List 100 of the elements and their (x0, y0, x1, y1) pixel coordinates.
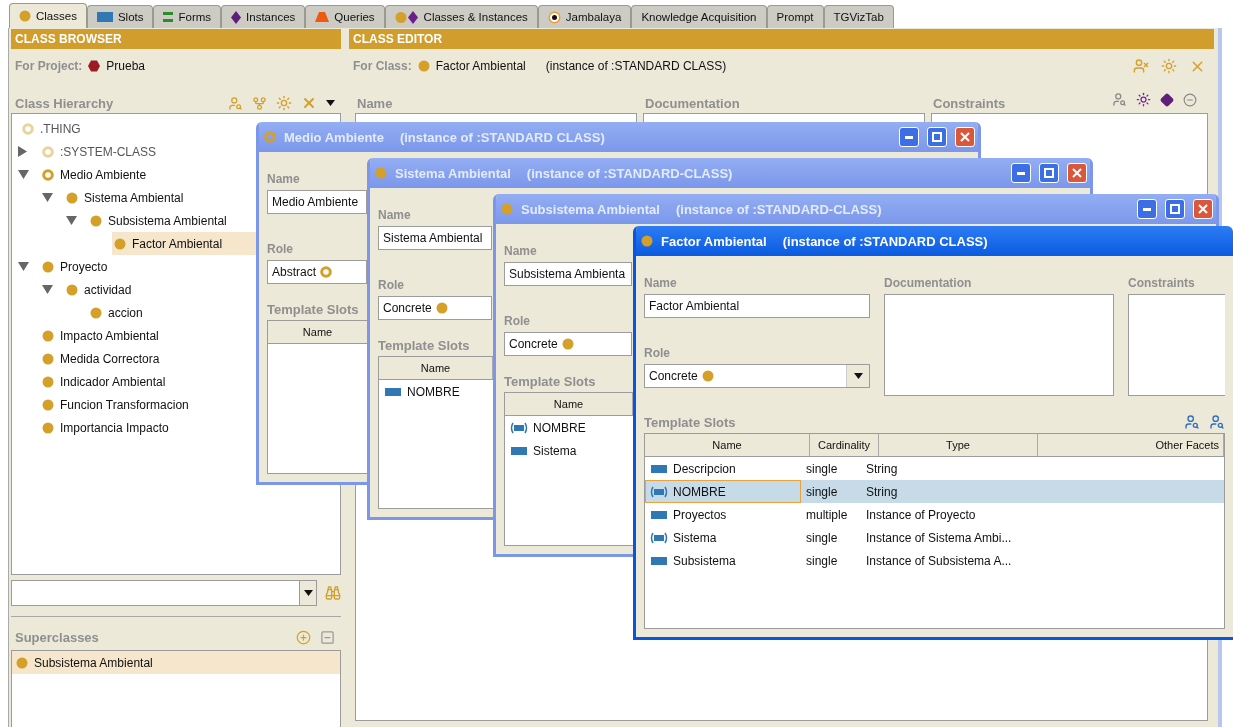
documentation-field[interactable] (884, 294, 1114, 396)
field-label: Constraints (933, 96, 1006, 111)
table-row[interactable]: Subsistema single Instance of Subsistema A... (645, 549, 1224, 572)
tab[interactable]: Prompt (766, 5, 824, 28)
class-type: (instance of :STANDARD CLASS) (399, 129, 605, 145)
dot-icon (561, 338, 574, 350)
table-cell-text: Instance of Sistema Ambi... (865, 529, 1013, 547)
field-label: Name (504, 244, 538, 258)
maximize-button[interactable] (1039, 163, 1059, 183)
role-field[interactable]: Concrete (644, 364, 870, 388)
column-header[interactable]: Other Facets (1038, 434, 1224, 456)
constraints-field[interactable] (1128, 294, 1225, 396)
class-name: Factor Ambiental (435, 59, 526, 73)
column-header[interactable]: Cardinality (810, 434, 879, 456)
tab[interactable]: Instances (221, 5, 306, 28)
target-icon (547, 10, 561, 24)
name-field[interactable]: Factor Ambiental (644, 294, 870, 318)
user-search-icon[interactable] (1184, 414, 1200, 430)
table-row[interactable]: NOMBRE (379, 380, 493, 403)
sun-icon[interactable] (1136, 92, 1151, 107)
name-field[interactable]: Medio Ambiente (267, 190, 367, 214)
tab[interactable]: Slots (86, 5, 154, 28)
user-search-icon[interactable] (1209, 414, 1225, 430)
table-row[interactable]: NOMBRE single String (645, 480, 1224, 503)
table-cell-text: single (805, 529, 839, 547)
field-label: Name (267, 172, 301, 186)
minimize-icon (1017, 171, 1025, 175)
table-row[interactable]: NOMBRE (505, 416, 633, 439)
minimize-button[interactable] (1137, 199, 1157, 219)
tab[interactable]: Queries (305, 5, 385, 28)
table-cell: Descripcion (645, 457, 801, 480)
minimize-icon (905, 135, 913, 139)
role-field[interactable]: Concrete (378, 296, 492, 320)
maximize-button[interactable] (1165, 199, 1185, 219)
window-title: Factor Ambiental (661, 233, 767, 249)
caret-right-icon[interactable] (18, 146, 27, 157)
column-header[interactable]: Type (879, 434, 1038, 456)
circle-minus-icon[interactable] (1183, 92, 1197, 107)
caret-down-icon[interactable] (303, 589, 313, 597)
close-icon (1072, 168, 1082, 178)
table-cell-text: Instance of Subsistema A... (865, 552, 1013, 570)
maximize-icon (1044, 168, 1054, 178)
section-label: Template Slots (644, 415, 736, 430)
section-label: Template Slots (378, 338, 470, 353)
window-title: Medio Ambiente (284, 129, 384, 145)
class-type: (instance of :STANDARD-CLASS) (526, 165, 733, 181)
list-item[interactable]: Subsistema Ambiental (12, 651, 340, 674)
role-field[interactable]: Concrete (504, 332, 632, 356)
field-label: Name (644, 276, 678, 290)
square-minus-icon[interactable] (320, 630, 335, 645)
tree-item[interactable]: Indicador Ambiental (40, 370, 340, 393)
column-header[interactable]: Name (645, 434, 810, 456)
caret-down-icon[interactable] (853, 372, 863, 380)
table-cell-text: String (865, 483, 899, 501)
project-name: Prueba (106, 59, 146, 73)
table-row[interactable]: Sistema single Instance of Sistema Ambi... (645, 526, 1224, 549)
close-icon (960, 132, 970, 142)
field-label: Role (378, 278, 405, 292)
class-label: For Class: (353, 59, 412, 73)
tab[interactable]: Classes & Instances (384, 5, 538, 28)
field-label: Role (504, 314, 531, 328)
trapezoid-icon (315, 12, 330, 22)
close-button[interactable] (955, 127, 975, 147)
table-row[interactable]: Sistema (505, 439, 633, 462)
caret-down-icon[interactable] (326, 99, 335, 107)
tree-item[interactable]: Funcion Transformacion (40, 393, 340, 416)
tree-item[interactable]: Importancia Impacto (40, 416, 340, 439)
section-label: Class Hierarchy (15, 96, 114, 111)
minimize-button[interactable] (1011, 163, 1031, 183)
class-type: (instance of :STANDARD CLASS) (782, 233, 988, 249)
role-field[interactable]: Abstract (267, 260, 367, 284)
dot-icon (435, 302, 448, 314)
diamond-icon[interactable] (1160, 92, 1174, 107)
close-button[interactable] (1193, 199, 1213, 219)
tab[interactable]: Jambalaya (537, 5, 632, 28)
dot-icon (19, 10, 31, 22)
name-field[interactable]: Sistema Ambiental (378, 226, 492, 250)
section-label: Template Slots (504, 374, 596, 389)
maximize-icon (932, 132, 942, 142)
tree-item[interactable]: Medida Correctora (40, 347, 340, 370)
maximize-button[interactable] (927, 127, 947, 147)
user-search-icon[interactable] (1112, 92, 1127, 107)
tab[interactable]: Classes (9, 3, 87, 28)
tab[interactable]: Forms (153, 5, 222, 28)
project-label: For Project: (15, 59, 83, 73)
field-label: Documentation (884, 276, 973, 290)
panel-header: CLASS BROWSER (11, 29, 341, 49)
table-row[interactable]: Descripcion single String (645, 457, 1224, 480)
field-label: Name (378, 208, 412, 222)
table-cell-text: single (805, 552, 839, 570)
close-icon (1198, 204, 1208, 214)
class-type: (instance of :STANDARD CLASS) (545, 59, 727, 73)
window-title: Sistema Ambiental (395, 165, 511, 181)
table-cell: Subsistema (645, 549, 801, 572)
tab[interactable]: Knowledge Acquisition (631, 5, 767, 28)
table-row[interactable]: Proyectos multiple Instance of Proyecto (645, 503, 1224, 526)
name-field[interactable]: Subsistema Ambienta (504, 262, 632, 286)
close-button[interactable] (1067, 163, 1087, 183)
tab[interactable]: TGVizTab (823, 5, 894, 28)
minimize-button[interactable] (899, 127, 919, 147)
